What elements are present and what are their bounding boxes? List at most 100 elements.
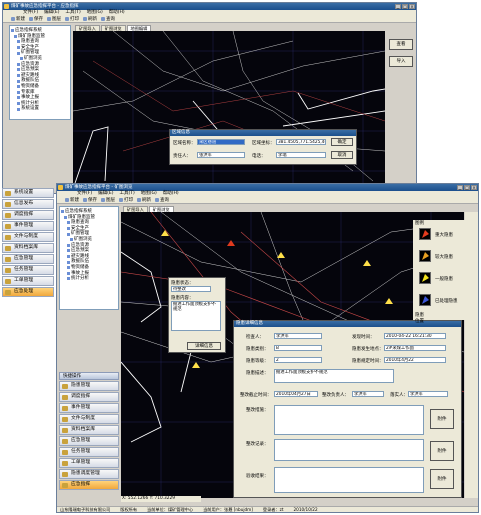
print-icon <box>65 17 69 21</box>
settings-icon <box>5 190 11 196</box>
close-button[interactable]: × <box>409 4 415 9</box>
tool-print[interactable]: 打印 <box>119 197 133 203</box>
document-icon <box>5 234 11 240</box>
nav-hazard[interactable]: 隐患管理 <box>59 381 119 391</box>
nav-work-orders[interactable]: 工单管理 <box>59 458 119 468</box>
nav-system-settings[interactable]: 系统设置 <box>2 188 54 198</box>
acceptance-field[interactable] <box>274 467 424 493</box>
back-window: 煤矿事故应急指挥平台 - 应急指挥 _ □ × 文件(F) 编辑(E) 工具(T… <box>2 2 417 194</box>
records-field[interactable] <box>274 439 424 461</box>
nav-events[interactable]: 事件管理 <box>59 403 119 413</box>
nav-dispatch[interactable]: 调度指挥 <box>59 392 119 402</box>
ok-button[interactable]: 确定 <box>331 138 353 146</box>
measures-field[interactable] <box>274 405 424 435</box>
hazard-desc-field[interactable]: 掘进工作面顶板支护不规范 <box>274 369 394 383</box>
nav-emergency-handling[interactable]: 应急处理 <box>2 287 54 297</box>
legend-panel <box>465 212 478 498</box>
tool-save[interactable]: 保存 <box>83 197 97 203</box>
implementer-field[interactable]: 李洪军 <box>408 391 448 397</box>
area-info-dialog-title: 区域信息 <box>170 130 356 136</box>
deadline-field[interactable]: 2010年4月22 <box>384 357 446 363</box>
area-name-field[interactable]: 采区巷道 <box>197 139 245 145</box>
nav-info-publish[interactable]: 信息发布 <box>2 199 54 209</box>
legend-caption: 隐患 位置 <box>415 313 424 324</box>
maximize-button[interactable]: □ <box>464 185 470 190</box>
tool-print[interactable]: 打印 <box>65 16 79 22</box>
minimize-button[interactable]: _ <box>457 185 463 190</box>
nav-emergency-command[interactable]: 应急指挥 <box>59 480 119 490</box>
attachment-button[interactable]: 附件 <box>430 469 454 489</box>
owner-field[interactable]: 张洪军 <box>197 152 245 158</box>
view-button[interactable]: 查看 <box>389 39 413 50</box>
nav-archive[interactable]: 资料档案库 <box>2 243 54 253</box>
rectify-owner-field[interactable]: 李洪军 <box>352 391 384 397</box>
nav-work-orders[interactable]: 工单管理 <box>2 276 54 286</box>
legend-label-handled: 已处理隐患 <box>435 299 458 304</box>
alarm-icon <box>62 482 68 488</box>
attachment-button[interactable]: 附件 <box>430 441 454 461</box>
back-tree: 应急指挥系统 煤矿隐患监管 隐患查询 安全生产 矿图管理 矿图浏览 应急资源 应… <box>9 25 71 120</box>
new-icon <box>65 198 69 202</box>
legend-box: 图例 重大隐患 较大隐患 一般隐患 已处理隐患 隐患 位置 <box>413 220 465 324</box>
front-window: 煤矿事故应急指挥平台 - 矿图浏览 _ □ × 文件(F) 编辑(E) 工具(T… <box>56 183 479 513</box>
nav-tasks[interactable]: 任务管理 <box>59 447 119 457</box>
major-hazard-icon <box>419 228 431 240</box>
tool-refresh[interactable]: 刷新 <box>83 16 97 22</box>
area-coords-field[interactable]: 381.4505,771.5425,468.3308 <box>276 139 326 145</box>
nav-emergency[interactable]: 应急管理 <box>2 254 54 264</box>
phone-field[interactable]: 李瑞 <box>276 152 326 158</box>
hazard-state-field[interactable]: 待整改 <box>171 286 211 292</box>
tool-query[interactable]: 查询 <box>101 16 115 22</box>
tool-new[interactable]: 新建 <box>65 197 79 203</box>
tool-save[interactable]: 保存 <box>29 16 43 22</box>
status-bar: 山东隆瑞电子科技有限公司 版权所有 当前单位：煤矿管理中心 当前用户：张聂 [n… <box>57 506 478 512</box>
alarm-icon <box>5 289 11 295</box>
nav-events[interactable]: 事件管理 <box>2 221 54 231</box>
status-date: 2010/10/22 <box>293 507 318 512</box>
tool-layer[interactable]: 图层 <box>47 16 61 22</box>
attachment-button[interactable]: 附件 <box>430 409 454 429</box>
workorder-icon <box>62 460 68 466</box>
minimize-button[interactable]: _ <box>395 4 401 9</box>
save-icon <box>29 17 33 21</box>
front-window-title: 煤矿事故应急指挥平台 - 矿图浏览 <box>65 185 133 190</box>
tool-layer[interactable]: 图层 <box>101 197 115 203</box>
close-button[interactable]: × <box>471 185 477 190</box>
hazard-location-field[interactable]: 2#采煤工作面 <box>384 345 446 351</box>
hazard-content-field[interactable]: 掘进工作面顶板支护不规范 <box>171 301 221 331</box>
maximize-button[interactable]: □ <box>402 4 408 9</box>
legend-label-large: 较大隐患 <box>435 255 453 260</box>
cancel-button[interactable]: 取消 <box>331 151 353 159</box>
hazard-level-field[interactable]: 2 <box>274 357 322 363</box>
hazard-category-field[interactable]: B <box>274 345 322 351</box>
emergency-icon <box>62 438 68 444</box>
nav-emergency[interactable]: 应急管理 <box>59 436 119 446</box>
tree-item[interactable]: 系统设置 <box>11 106 69 112</box>
inspector-field[interactable]: 李洪军 <box>274 333 322 339</box>
task-icon <box>62 449 68 455</box>
nav-documents[interactable]: 文件与制度 <box>2 232 54 242</box>
save-icon <box>83 198 87 202</box>
tree-item[interactable]: 统计分析 <box>61 276 117 282</box>
tool-query[interactable]: 查询 <box>155 197 169 203</box>
layer-icon <box>101 198 105 202</box>
nav-archive[interactable]: 资料档案库 <box>59 425 119 435</box>
nav-dispatch[interactable]: 调度指挥 <box>2 210 54 220</box>
found-time-field[interactable]: 2010-04-22 16:21:30 <box>384 333 446 339</box>
event-icon <box>5 223 11 229</box>
nav-tasks[interactable]: 任务管理 <box>2 265 54 275</box>
query-icon <box>101 17 105 21</box>
back-map-canvas[interactable]: 区域信息 区域名称： 采区巷道 区域坐标： 381.4505,771.5425,… <box>73 31 385 193</box>
back-window-titlebar: 煤矿事故应急指挥平台 - 应急指挥 _ □ × <box>3 3 416 10</box>
details-button[interactable]: 详细信息 <box>187 342 221 350</box>
hazard-desc-label: 隐患描述： <box>246 371 269 376</box>
acceptance-label: 验收结果： <box>246 474 269 479</box>
rectify-deadline-field[interactable]: 2010年04月27日 <box>274 391 318 397</box>
tool-new[interactable]: 新建 <box>11 16 25 22</box>
legend-label-major: 重大隐患 <box>435 233 453 238</box>
nav-hazard-dispatch[interactable]: 隐患调度管理 <box>59 469 119 479</box>
tool-refresh[interactable]: 刷新 <box>137 197 151 203</box>
import-button[interactable]: 导入 <box>389 56 413 67</box>
nav-documents[interactable]: 文件与制度 <box>59 414 119 424</box>
refresh-icon <box>137 198 141 202</box>
